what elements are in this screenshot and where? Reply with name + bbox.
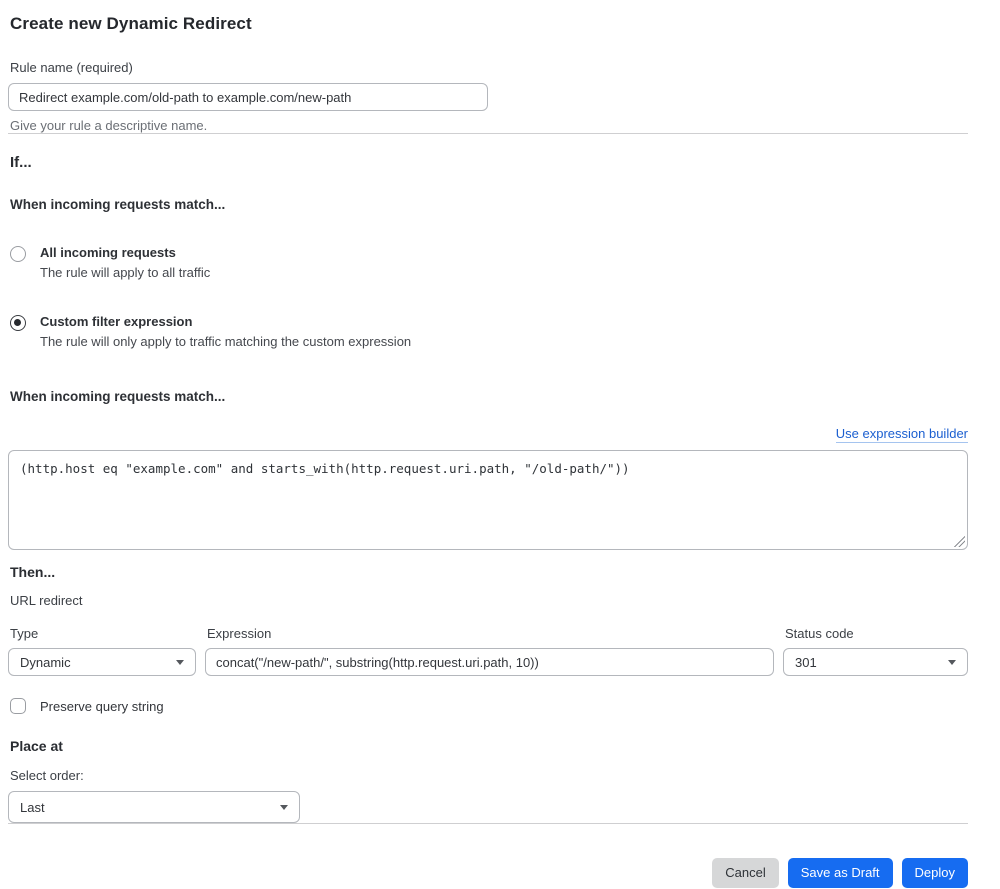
chevron-down-icon [176,659,184,665]
radio-option-all-requests[interactable]: All incoming requests The rule will appl… [8,245,968,280]
if-heading: If... [10,154,32,171]
then-heading: Then... [10,564,56,580]
create-redirect-form: Create new Dynamic Redirect Rule name (r… [0,0,1000,888]
radio-desc-custom-expression: The rule will only apply to traffic matc… [40,334,412,349]
footer-divider [8,823,968,824]
expression-match-heading: When incoming requests match... [10,389,226,404]
use-expression-builder-link[interactable]: Use expression builder [835,426,968,443]
expression-label: Expression [207,626,272,641]
radio-label-custom-expression: Custom filter expression [40,314,193,329]
page-title: Create new Dynamic Redirect [10,14,252,33]
type-select[interactable]: Dynamic [8,648,196,676]
radio-unchecked-icon[interactable] [10,246,26,262]
rule-name-input[interactable] [8,83,488,111]
status-code-value: 301 [795,654,817,670]
order-select[interactable]: Last [8,791,300,823]
radio-label-all-requests: All incoming requests [40,245,176,260]
preserve-query-string-option[interactable]: Preserve query string [8,698,968,714]
type-label: Type [10,626,39,641]
cancel-button[interactable]: Cancel [712,858,779,888]
rule-name-help: Give your rule a descriptive name. [10,118,208,133]
status-code-select[interactable]: 301 [783,648,968,676]
match-heading: When incoming requests match... [10,197,226,212]
type-select-value: Dynamic [20,654,71,670]
rule-name-label: Rule name (required) [10,60,133,75]
url-redirect-label: URL redirect [10,593,83,608]
order-select-value: Last [20,799,45,815]
section-divider [8,133,968,134]
save-as-draft-button[interactable]: Save as Draft [787,858,893,888]
preserve-query-string-label: Preserve query string [40,698,164,714]
radio-desc-all-requests: The rule will apply to all traffic [40,265,211,280]
select-order-label: Select order: [10,768,84,783]
radio-option-custom-expression[interactable]: Custom filter expression The rule will o… [8,314,968,349]
redirect-expression-input[interactable] [205,648,774,676]
checkbox-unchecked-icon[interactable] [10,698,26,714]
chevron-down-icon [280,804,288,810]
place-at-heading: Place at [10,738,63,754]
deploy-button[interactable]: Deploy [901,858,968,888]
chevron-down-icon [948,659,956,665]
resize-handle-icon[interactable] [954,536,965,547]
status-code-label: Status code [785,626,854,641]
radio-checked-icon[interactable] [10,315,26,331]
filter-expression-textarea[interactable]: (http.host eq "example.com" and starts_w… [8,450,968,550]
